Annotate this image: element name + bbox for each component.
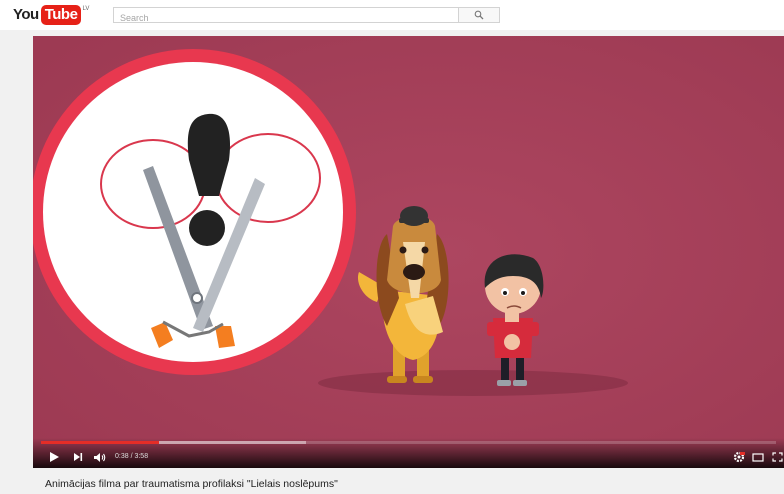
youtube-logo[interactable]: You Tube LV (13, 5, 89, 25)
progress-bar[interactable] (41, 441, 776, 444)
logo-tube-text: Tube (40, 5, 82, 25)
player-controls: 0:38 / 3:58 (33, 438, 784, 468)
masthead: You Tube LV (0, 0, 784, 30)
progress-played (41, 441, 159, 444)
video-frame[interactable] (33, 36, 784, 468)
search-box[interactable] (113, 7, 459, 25)
warning-circle (33, 49, 356, 375)
theater-mode-button[interactable] (751, 450, 765, 464)
search-input[interactable] (114, 11, 458, 25)
play-button[interactable] (47, 450, 61, 464)
volume-button[interactable] (91, 450, 107, 464)
volume-icon (93, 452, 105, 462)
settings-icon (733, 451, 745, 463)
video-title: Animācijas filma par traumatisma profila… (45, 478, 338, 490)
logo-you-text: You (13, 6, 39, 23)
fullscreen-icon (771, 452, 783, 462)
play-icon (49, 452, 59, 462)
theater-mode-icon (752, 452, 764, 462)
video-player[interactable]: 0:38 / 3:58 (33, 36, 784, 468)
fullscreen-button[interactable] (770, 450, 784, 464)
next-button[interactable] (71, 450, 85, 464)
settings-button[interactable] (731, 450, 747, 464)
next-icon (74, 453, 83, 461)
search-button[interactable] (459, 7, 500, 23)
time-display: 0:38 / 3:58 (115, 453, 149, 460)
logo-country-code: LV (82, 6, 90, 12)
search-icon (474, 10, 484, 20)
